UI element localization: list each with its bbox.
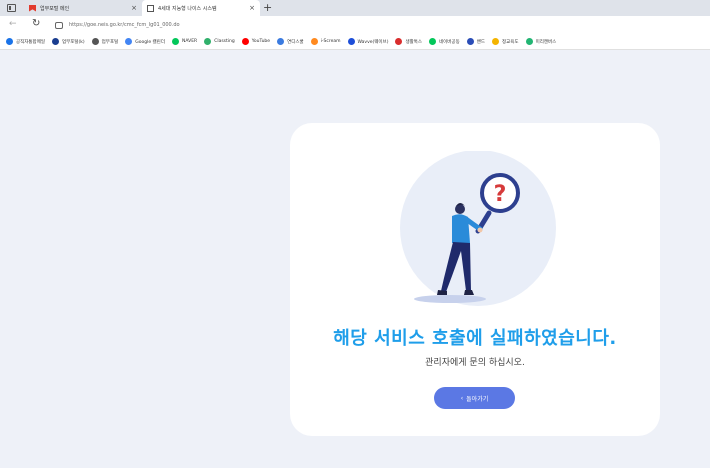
reload-icon[interactable]: ↻	[32, 18, 40, 29]
search-person-illustration: ?	[400, 151, 556, 306]
bookmark-label: i-Scream	[320, 39, 341, 44]
person-hand	[477, 227, 483, 233]
address-bar[interactable]: https://goe.neis.go.kr/cmc_fcm_lg01_000.…	[55, 19, 180, 31]
tab-portal-main[interactable]: 업무포털 메인 ×	[24, 0, 142, 16]
naver-icon	[171, 38, 179, 45]
star-icon	[6, 38, 13, 45]
url-text[interactable]: https://goe.neis.go.kr/cmc_fcm_lg01_000.…	[69, 22, 180, 28]
bookmark-item[interactable]: Classting	[204, 38, 235, 45]
close-tab-icon[interactable]: ×	[129, 4, 139, 12]
bookmark-item[interactable]: YouTube	[241, 38, 271, 45]
bookmark-item[interactable]: 미리캔버스	[525, 38, 557, 45]
portal-favicon-icon	[29, 4, 36, 12]
bookmark-item[interactable]: 업무포털	[91, 38, 119, 45]
floor-shadow	[414, 295, 486, 303]
tab-strip: 업무포털 메인 × 4세대 지능형 나이스 시스템 × +	[0, 0, 710, 16]
bookmark-label: 연디스쿨	[287, 39, 304, 45]
close-tab-icon[interactable]: ×	[247, 4, 257, 12]
classting-icon	[204, 38, 212, 45]
bookmark-label: NAVER	[181, 39, 198, 44]
question-mark: ?	[494, 182, 507, 207]
bookmark-item[interactable]: Google 캘린더	[125, 38, 165, 45]
tab-title: 업무포털 메인	[40, 5, 70, 12]
bookmark-label: 업무포털	[101, 39, 119, 45]
error-card: ? 해당 서비스 호출에 실패하였습니다. 관리자에게 문의 하십시오. ‹ 돌…	[290, 123, 660, 436]
error-message: 관리자에게 문의 하십시오.	[425, 358, 525, 368]
tab-title: 4세대 지능형 나이스 시스템	[158, 5, 217, 12]
bookmark-label: 네이버공동	[439, 39, 460, 45]
bookmark-item[interactable]: NAVER	[171, 38, 198, 45]
address-toolbar: ← ↻ https://goe.neis.go.kr/cmc_fcm_lg01_…	[0, 16, 710, 34]
error-headline: 해당 서비스 호출에 실패하였습니다.	[333, 328, 617, 349]
wavve-icon	[347, 38, 355, 45]
bookmark-item[interactable]: 생활톡스	[395, 38, 422, 45]
canvas-icon	[525, 38, 533, 45]
building-icon	[91, 38, 99, 45]
bookmark-label: 정교육도	[502, 39, 519, 45]
bookmark-label: Google 캘린더	[135, 39, 165, 45]
bookmark-label: 밴드	[476, 39, 485, 45]
bookmark-item[interactable]: 네이버공동	[429, 38, 460, 45]
globe-icon	[277, 38, 285, 45]
chevron-left-icon: ‹	[460, 394, 464, 402]
calendar-icon	[125, 38, 133, 45]
document-favicon-icon	[147, 4, 154, 12]
bookmark-label: 생활톡스	[405, 39, 423, 45]
youtube-icon	[241, 38, 249, 45]
bookmark-item[interactable]: 공직자통합메일	[6, 38, 45, 45]
bookmark-item[interactable]: 업무포털(k)	[51, 38, 85, 45]
bookmarks-bar: 공직자통합메일 업무포털(k) 업무포털 Google 캘린더 NAVER Classti…	[0, 34, 710, 50]
bookmark-item[interactable]: 정교육도	[492, 38, 519, 45]
bookmark-label: 미리캔버스	[535, 39, 557, 45]
window-menu-icon[interactable]	[7, 4, 16, 12]
tab-neis[interactable]: 4세대 지능형 나이스 시스템 ×	[142, 0, 260, 16]
taeguk-icon	[51, 38, 59, 45]
back-arrow-icon[interactable]: ←	[9, 19, 17, 29]
bookmark-item[interactable]: 연디스쿨	[277, 38, 304, 45]
bookmark-label: YouTube	[251, 39, 271, 44]
go-back-button[interactable]: ‹ 돌아가기	[434, 387, 515, 409]
bookmark-label: Wavve(웨이브)	[357, 39, 389, 45]
bookmark-red-icon	[395, 38, 403, 45]
iscream-icon	[310, 38, 318, 45]
go-back-label: 돌아가기	[466, 395, 489, 403]
band-icon	[466, 38, 474, 45]
bookmark-label: 공직자통합메일	[16, 39, 45, 45]
bookmark-item[interactable]: Wavve(웨이브)	[347, 38, 389, 45]
bookmark-item[interactable]: 밴드	[466, 38, 485, 45]
site-info-icon[interactable]	[55, 21, 63, 29]
bookmark-label: Classting	[214, 39, 235, 44]
naver-icon	[429, 38, 437, 45]
new-tab-button[interactable]: +	[263, 1, 272, 14]
bookmark-label: 업무포털(k)	[61, 39, 85, 45]
bookmark-item[interactable]: i-Scream	[310, 38, 341, 45]
pencil-icon	[492, 38, 499, 45]
